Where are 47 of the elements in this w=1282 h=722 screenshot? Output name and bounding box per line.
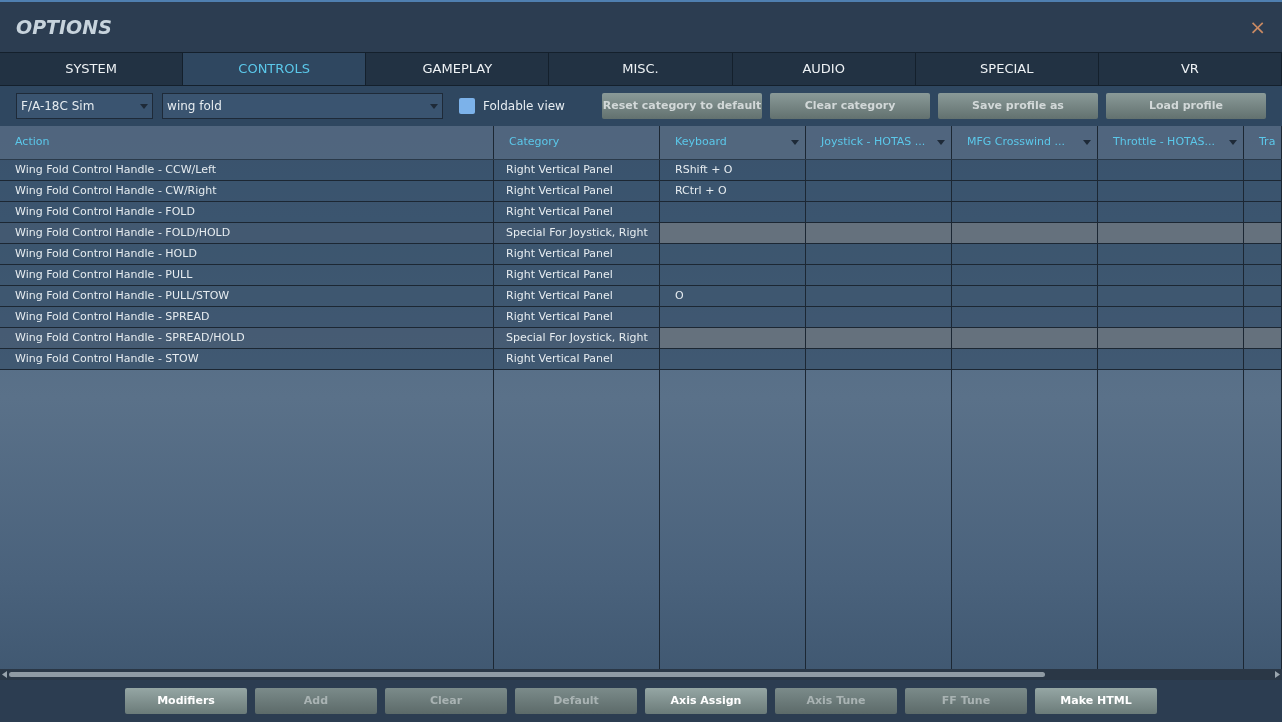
table-row[interactable]: Wing Fold Control Handle - FOLD Right Vertical Panel — [0, 202, 1282, 223]
action-cell[interactable]: Wing Fold Control Handle - FOLD — [0, 202, 494, 222]
caret-icon — [430, 103, 439, 109]
horizontal-scrollbar[interactable] — [0, 669, 1282, 680]
tab[interactable]: GAMEPLAY — [366, 53, 550, 85]
action-cell[interactable]: Wing Fold Control Handle - CCW/Left — [0, 160, 494, 180]
scroll-right-icon[interactable] — [1275, 671, 1280, 678]
action-cell[interactable]: Wing Fold Control Handle - CW/Right — [0, 181, 494, 201]
table-row[interactable]: Wing Fold Control Handle - SPREAD Right Vertical Panel — [0, 307, 1282, 328]
action-button[interactable]: Axis Assign — [645, 688, 767, 714]
category-cell[interactable]: Right Vertical Panel — [494, 202, 660, 222]
checkbox[interactable] — [459, 98, 476, 114]
category-cell[interactable]: Right Vertical Panel — [494, 265, 660, 285]
tab[interactable]: CONTROLS — [183, 53, 367, 85]
aircraft-dropdown[interactable]: F/A-18C Sim — [16, 93, 154, 119]
action-cell[interactable]: Wing Fold Control Handle - PULL/STOW — [0, 286, 494, 306]
binding-cell[interactable]: RShift + O — [660, 160, 806, 180]
action-cell[interactable]: Wing Fold Control Handle - STOW — [0, 349, 494, 369]
scrollbar-thumb[interactable] — [9, 672, 1046, 677]
table-row[interactable]: Wing Fold Control Handle - HOLD Right Vertical Panel — [0, 244, 1282, 265]
action-cell[interactable]: Wing Fold Control Handle - HOLD — [0, 244, 494, 264]
category-cell[interactable]: Right Vertical Panel — [494, 349, 660, 369]
action-cell[interactable]: Wing Fold Control Handle - SPREAD — [0, 307, 494, 327]
tab[interactable]: SPECIAL — [915, 53, 1099, 85]
category-cell[interactable]: Right Vertical Panel — [494, 160, 660, 180]
binding-cell[interactable]: RCtrl + O — [660, 181, 806, 201]
table-row[interactable]: Wing Fold Control Handle - CCW/Left Right Vertical Panel RShift + O — [0, 160, 1282, 181]
checkbox-label: Foldable view — [483, 98, 565, 115]
table-row[interactable]: Wing Fold Control Handle - STOW Right Vertical Panel — [0, 349, 1282, 370]
tab[interactable]: VR — [1098, 53, 1282, 85]
action-cell[interactable]: Wing Fold Control Handle - PULL — [0, 265, 494, 285]
category-cell[interactable]: Right Vertical Panel — [494, 307, 660, 327]
tab[interactable]: AUDIO — [732, 53, 916, 85]
table-row[interactable]: Wing Fold Control Handle - CW/Right Right Vertical Panel RCtrl + O — [0, 181, 1282, 202]
window-title: OPTIONS — [16, 14, 112, 40]
category-cell[interactable]: Right Vertical Panel — [494, 286, 660, 306]
caret-icon — [140, 103, 149, 109]
tab[interactable]: SYSTEM — [0, 53, 184, 85]
tab[interactable]: MISC. — [549, 53, 733, 85]
category-cell[interactable]: Right Vertical Panel — [494, 244, 660, 264]
scroll-left-icon[interactable] — [2, 671, 7, 678]
close-button[interactable]: × — [1249, 17, 1266, 37]
category-dropdown[interactable]: wing fold — [162, 93, 444, 119]
table-row[interactable]: Wing Fold Control Handle - PULL Right Vertical Panel — [0, 265, 1282, 286]
binding-cell[interactable]: O — [660, 286, 806, 306]
category-cell[interactable]: Right Vertical Panel — [494, 181, 660, 201]
table-row[interactable]: Wing Fold Control Handle - PULL/STOW Right Vertical Panel O — [0, 286, 1282, 307]
